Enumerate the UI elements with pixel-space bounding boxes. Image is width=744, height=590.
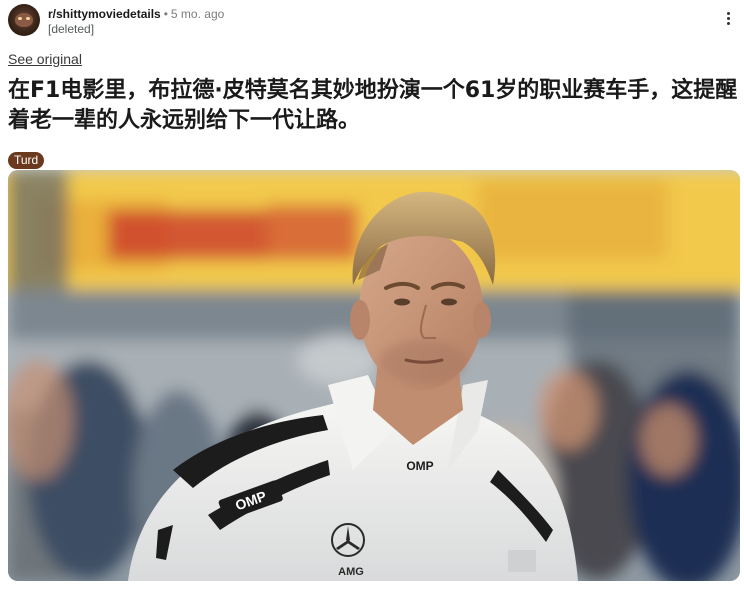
omp-collar-text: OMP: [406, 459, 433, 473]
avatar-eye-icon: [18, 17, 22, 20]
post-flair[interactable]: Turd: [8, 152, 45, 169]
avatar-eye-icon: [26, 17, 30, 20]
more-options-icon[interactable]: [720, 10, 736, 30]
amg-text: AMG: [338, 566, 364, 578]
post-author: [deleted]: [48, 22, 95, 36]
post-header: r/shittymoviedetails • 5 mo. ago [deleted]: [8, 2, 736, 38]
meta-separator: •: [163, 7, 168, 21]
post-image[interactable]: OMP OMP AMG: [8, 170, 740, 581]
avatar-face-icon: [15, 13, 33, 27]
post-meta: r/shittymoviedetails • 5 mo. ago: [48, 7, 224, 21]
post-time: 5 mo. ago: [170, 7, 225, 21]
see-original-link[interactable]: See original: [8, 51, 82, 67]
reddit-post: r/shittymoviedetails • 5 mo. ago [deleted]…: [0, 0, 744, 590]
post-title[interactable]: 在F1电影里，布拉德·皮特莫名其妙地扮演一个61岁的职业赛车手，这提醒着老一辈的…: [8, 76, 738, 136]
subreddit-name[interactable]: r/shittymoviedetails: [48, 7, 161, 21]
subreddit-avatar[interactable]: [8, 4, 40, 36]
